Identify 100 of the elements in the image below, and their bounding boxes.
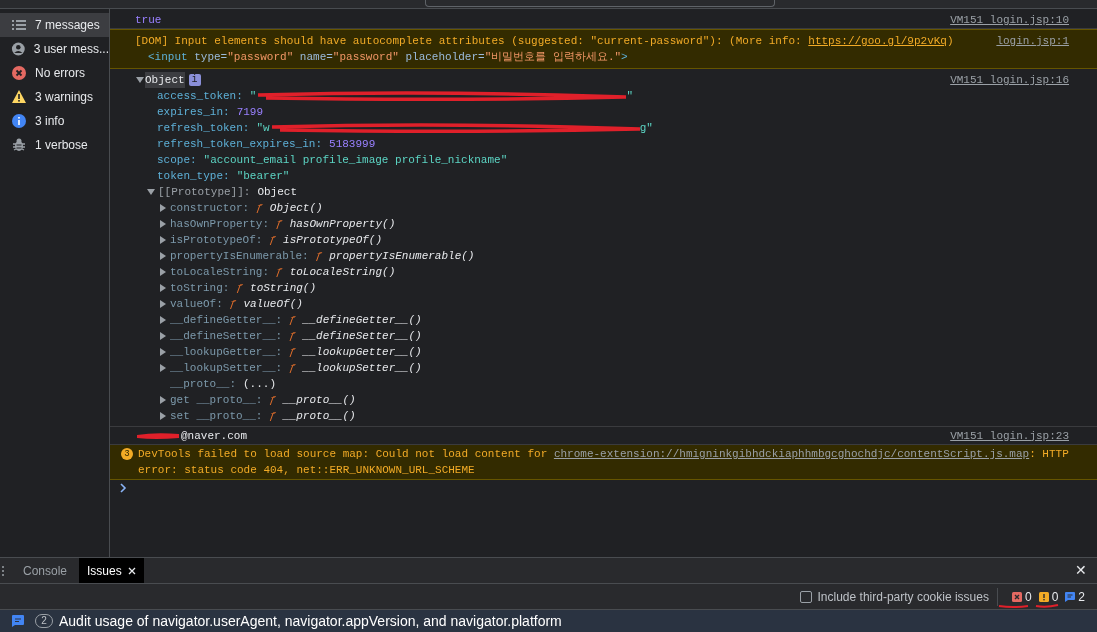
function-sign: ƒ [315, 249, 323, 264]
property-value: Object() [269, 201, 323, 216]
source-link[interactable]: VM151 login.jsp:16 [934, 72, 1069, 88]
log-value: true [135, 13, 162, 28]
property-value: toLocaleString() [289, 265, 396, 280]
property-key: [[Prototype]]: [158, 184, 251, 200]
bug-icon [11, 137, 27, 153]
sidebar-item[interactable]: No errors [0, 61, 109, 85]
object-label[interactable]: Object [145, 72, 185, 88]
property-key: __lookupGetter__: [170, 344, 283, 360]
source-link[interactable]: VM151 login.jsp:23 [934, 427, 1069, 444]
message-icon [1064, 590, 1077, 603]
string-quote: g" [639, 121, 653, 136]
property-key: access_token: [157, 88, 243, 104]
property-key: isPrototypeOf: [170, 232, 263, 248]
function-sign: ƒ [256, 201, 263, 216]
function-sign: ƒ [276, 265, 283, 280]
sidebar-item[interactable]: 3 info [0, 109, 109, 133]
error-icon [1010, 590, 1023, 603]
property-value: __lookupGetter__() [302, 345, 422, 360]
sidebar-item[interactable]: 3 warnings [0, 85, 109, 109]
sidebar-item[interactable]: 7 messages [0, 13, 109, 37]
checkbox[interactable] [799, 590, 812, 603]
message-icon [11, 614, 25, 628]
source-link[interactable]: login.jsp:1 [980, 33, 1069, 49]
function-sign: ƒ [289, 329, 296, 344]
warning-text: [DOM] Input elements should have autocomplete attributes (suggested: "current-password"): (More info: https://goo.gl/9p2vKq) [135, 34, 954, 49]
property-key: __defineGetter__: [170, 312, 283, 328]
sidebar-item[interactable]: 3 user mess... [0, 37, 109, 61]
drawer-tab[interactable]: Issues [79, 558, 144, 583]
property-key: set __proto__: [170, 408, 263, 424]
string-quote: " [626, 89, 634, 104]
source-map-link[interactable]: chrome-extension://hmigninkgibhdckiaphhmbgcghochdjc/contentScript.js.map [553, 448, 1030, 460]
property-value: hasOwnProperty() [289, 217, 396, 232]
function-sign: ƒ [289, 345, 296, 360]
property-value: toString() [250, 281, 317, 296]
property-value: __defineSetter__() [302, 329, 422, 344]
property-value: (...) [243, 377, 277, 392]
property-key: expires_in: [157, 104, 230, 120]
filter-field[interactable] [425, 0, 775, 7]
prompt-chevron-icon [119, 483, 127, 493]
count-badge: 3 [121, 448, 133, 460]
string-quote: " [249, 89, 257, 104]
property-key: propertyIsEnumerable: [170, 248, 309, 264]
close-button[interactable]: ✕ [1075, 560, 1087, 581]
user-icon [11, 41, 26, 57]
property-value: "bearer" [236, 169, 290, 184]
redaction-scribble [135, 430, 181, 441]
property-value: 7199 [236, 105, 264, 120]
property-key: refresh_token: [157, 120, 250, 136]
drag-handle-icon [1, 564, 5, 577]
property-value: 5183999 [329, 137, 376, 152]
function-sign: ƒ [229, 297, 237, 312]
function-sign: ƒ [276, 217, 283, 232]
issue-count[interactable]: 0 [1010, 587, 1032, 606]
property-key: __defineSetter__: [170, 328, 283, 344]
property-key: hasOwnProperty: [170, 216, 270, 232]
drawer-tab[interactable]: Console [15, 558, 76, 583]
property-value: Object [257, 185, 298, 200]
function-sign: ƒ [289, 361, 296, 376]
property-value: "account_email profile_image profile_nickname" [203, 153, 508, 168]
property-value: __proto__() [283, 409, 356, 424]
sidebar-item[interactable]: 1 verbose [0, 133, 109, 157]
issue-title: Audit usage of navigator.userAgent, navigator.appVersion, and navigator.platform [59, 611, 562, 631]
property-key: scope: [157, 152, 197, 168]
property-value: valueOf() [243, 297, 303, 312]
function-sign: ƒ [236, 281, 244, 296]
property-key: token_type: [157, 168, 230, 184]
property-key: toString: [170, 280, 230, 296]
more-info-link[interactable]: https://goo.gl/9p2vKq [808, 35, 947, 47]
issue-count[interactable]: 2 [1064, 587, 1085, 606]
property-key: refresh_token_expires_in: [157, 136, 323, 152]
source-link[interactable]: VM151 login.jsp:10 [934, 12, 1069, 28]
warning-icon [11, 89, 27, 105]
property-value: __lookupSetter__() [302, 361, 422, 376]
property-value: __proto__() [283, 393, 356, 408]
info-icon [11, 113, 27, 129]
property-key: __proto__: [170, 376, 236, 392]
warning-text: DevTools failed to load source map: Could not load content for chrome-extension://hmigninkgibhdckiaphhmbgcghochdjc/contentScript.js.map: HTTP error: status code 404, net::ERR_UNKNOWN_URL_SCHEME [138, 447, 1070, 478]
string-quote: "w [256, 121, 270, 136]
checkbox-label: Include third-party cookie issues [817, 588, 989, 606]
list-icon [11, 17, 27, 33]
issue-row[interactable]: 2 Audit usage of navigator.userAgent, navigator.appVersion, and navigator.platform [0, 610, 1097, 632]
issue-count[interactable]: 0 [1037, 587, 1059, 606]
info-badge: i [188, 74, 201, 86]
property-key: __lookupSetter__: [170, 360, 283, 376]
property-value: __defineGetter__() [302, 313, 422, 328]
warning-icon [1037, 590, 1050, 603]
function-sign: ƒ [269, 393, 277, 408]
function-sign: ƒ [289, 313, 296, 328]
error-icon [11, 65, 27, 81]
html-snippet: <input type="password" name="password" placeholder="비밀번호를 입력하세요."> [147, 50, 629, 65]
property-key: get __proto__: [170, 392, 263, 408]
property-key: constructor: [170, 200, 250, 216]
property-key: valueOf: [170, 296, 223, 312]
property-value: propertyIsEnumerable() [329, 249, 475, 264]
property-value: isPrototypeOf() [283, 233, 383, 248]
function-sign: ƒ [269, 233, 277, 248]
property-key: toLocaleString: [170, 264, 270, 280]
function-sign: ƒ [269, 409, 277, 424]
